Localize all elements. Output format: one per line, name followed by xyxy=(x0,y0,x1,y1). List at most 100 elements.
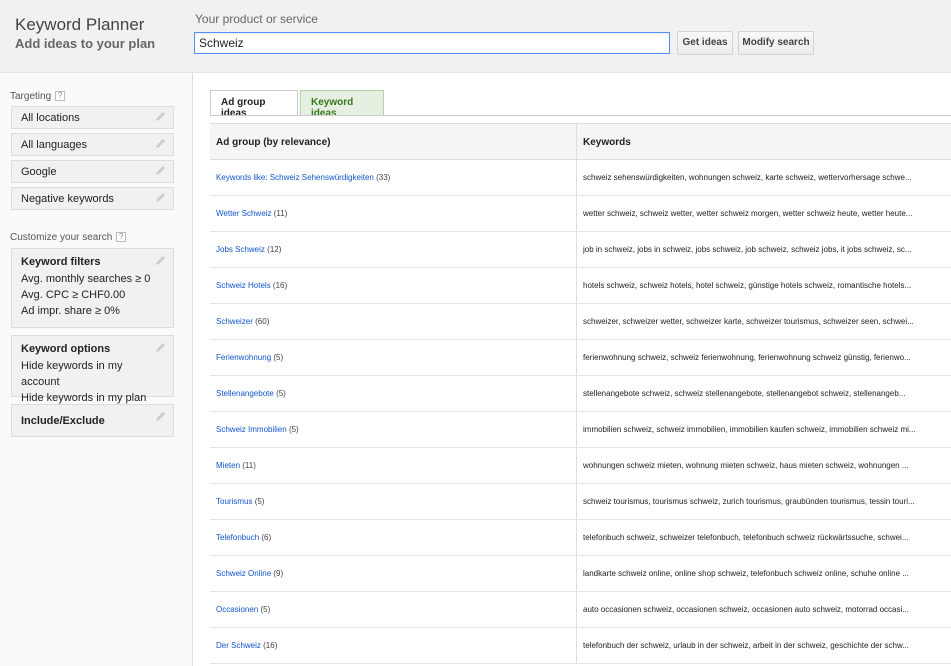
keywords-cell: telefonbuch schweiz, schweizer telefonbu… xyxy=(583,533,909,542)
keyword-count: (16) xyxy=(272,281,288,290)
sidebar: Targeting? All locations All languages G… xyxy=(0,73,193,666)
pencil-icon[interactable] xyxy=(155,411,166,422)
keyword-count: (16) xyxy=(263,641,278,650)
targeting-label: Targeting? xyxy=(10,91,66,102)
table-row: Occasionen (5) auto occasionen schweiz, o… xyxy=(210,592,951,628)
ad-group-link[interactable]: Telefonbuch xyxy=(216,533,259,542)
ad-group-cell: Wetter Schweiz (11) xyxy=(216,209,287,218)
keyword-count: (60) xyxy=(255,317,270,326)
customize-label-text: Customize your search xyxy=(10,232,113,243)
keywords-cell: landkarte schweiz online, online shop sc… xyxy=(583,569,909,578)
keywords-cell: ferienwohnung schweiz, schweiz ferienwoh… xyxy=(583,353,911,362)
ad-group-cell: Telefonbuch (6) xyxy=(216,533,271,542)
ad-group-link[interactable]: Tourismus xyxy=(216,497,252,506)
col-keywords-header: Keywords xyxy=(583,137,631,148)
table-row: Mieten (11) wohnungen schweiz mieten, woh… xyxy=(210,448,951,484)
tab-ad-group-ideas[interactable]: Ad group ideas xyxy=(210,90,298,119)
modify-search-button[interactable]: Modify search xyxy=(738,31,814,55)
ad-group-link[interactable]: Schweiz Immobilien xyxy=(216,425,287,434)
column-divider xyxy=(576,124,577,159)
ad-group-cell: Ferienwohnung (5) xyxy=(216,353,283,362)
keyword-options-box[interactable]: Keyword options Hide keywords in my acco… xyxy=(11,335,174,404)
ad-group-link[interactable]: Der Schweiz xyxy=(216,641,261,650)
filter-line: Ad impr. share ≥ 0% xyxy=(21,305,120,317)
table-header: Ad group (by relevance) Keywords xyxy=(210,124,951,160)
keyword-filters-title: Keyword filters xyxy=(21,256,101,268)
keyword-options-title: Keyword options xyxy=(21,343,111,355)
targeting-languages[interactable]: All languages xyxy=(11,133,174,156)
column-divider xyxy=(576,160,577,195)
app-title: Keyword Planner xyxy=(15,15,145,34)
help-icon[interactable]: ? xyxy=(116,232,127,242)
column-divider xyxy=(576,520,577,555)
ad-group-link[interactable]: Ferienwohnung xyxy=(216,353,271,362)
table-row: Der Schweiz (16) telefonbuch der schweiz,… xyxy=(210,628,951,664)
keyword-count: (5) xyxy=(273,353,284,362)
app-subtitle: Add ideas to your plan xyxy=(15,36,156,51)
top-header: Keyword Planner Add ideas to your plan Y… xyxy=(0,0,951,73)
tab-divider xyxy=(210,115,951,116)
ad-group-cell: Keywords like: Schweiz Sehenswürdigkeite… xyxy=(216,173,390,182)
pencil-icon[interactable] xyxy=(155,192,166,203)
keyword-filters-box[interactable]: Keyword filters Avg. monthly searches ≥ … xyxy=(11,248,174,328)
targeting-locations[interactable]: All locations xyxy=(11,106,174,129)
ad-group-cell: Schweiz Immobilien (5) xyxy=(216,425,299,434)
column-divider xyxy=(576,484,577,519)
table-row: Schweizer (60) schweizer, schweizer wette… xyxy=(210,304,951,340)
filter-line: Avg. monthly searches ≥ 0 xyxy=(21,273,151,285)
column-divider xyxy=(576,592,577,627)
col-adgroup-header[interactable]: Ad group (by relevance) xyxy=(216,137,330,148)
table-body: Keywords like: Schweiz Sehenswürdigkeite… xyxy=(210,160,951,664)
keywords-cell: immobilien schweiz, schweiz immobilien, … xyxy=(583,425,916,434)
ad-group-cell: Jobs Schweiz (12) xyxy=(216,245,281,254)
tab-keyword-ideas[interactable]: Keyword ideas xyxy=(300,90,384,119)
targeting-network[interactable]: Google xyxy=(11,160,174,183)
pencil-icon[interactable] xyxy=(155,342,166,353)
ad-group-link[interactable]: Mieten xyxy=(216,461,240,470)
ad-group-link[interactable]: Occasionen xyxy=(216,605,258,614)
targeting-label-text: Targeting xyxy=(10,91,52,102)
table-row: Schweiz Immobilien (5) immobilien schweiz… xyxy=(210,412,951,448)
column-divider xyxy=(576,196,577,231)
column-divider xyxy=(576,232,577,267)
pencil-icon[interactable] xyxy=(155,111,166,122)
column-divider xyxy=(576,448,577,483)
product-search-input[interactable] xyxy=(194,32,670,54)
help-icon[interactable]: ? xyxy=(55,91,66,101)
keywords-cell: stellenangebote schweiz, schweiz stellen… xyxy=(583,389,906,398)
pencil-icon[interactable] xyxy=(155,165,166,176)
ad-group-link[interactable]: Keywords like: Schweiz Sehenswürdigkeite… xyxy=(216,173,374,182)
pencil-icon[interactable] xyxy=(155,138,166,149)
ad-group-cell: Schweiz Hotels (16) xyxy=(216,281,287,290)
targeting-languages-label: All languages xyxy=(21,139,88,151)
table-row: Ferienwohnung (5) ferienwohnung schweiz, … xyxy=(210,340,951,376)
targeting-negative-keywords[interactable]: Negative keywords xyxy=(11,187,174,210)
targeting-network-label: Google xyxy=(21,166,57,178)
keyword-count: (9) xyxy=(273,569,284,578)
get-ideas-button[interactable]: Get ideas xyxy=(677,31,733,55)
pencil-icon[interactable] xyxy=(155,255,166,266)
ad-group-table: Ad group (by relevance) Keywords Keyword… xyxy=(210,123,951,664)
ad-group-cell: Occasionen (5) xyxy=(216,605,270,614)
ad-group-link[interactable]: Schweizer xyxy=(216,317,253,326)
ad-group-cell: Der Schweiz (16) xyxy=(216,641,277,650)
ad-group-link[interactable]: Schweiz Hotels xyxy=(216,281,271,290)
keyword-count: (12) xyxy=(267,245,282,254)
keyword-count: (6) xyxy=(261,533,272,542)
ad-group-cell: Tourismus (5) xyxy=(216,497,264,506)
column-divider xyxy=(576,268,577,303)
ad-group-link[interactable]: Schweiz Online xyxy=(216,569,271,578)
keywords-cell: hotels schweiz, schweiz hotels, hotel sc… xyxy=(583,281,912,290)
option-line: Hide keywords in my account xyxy=(21,360,123,388)
ad-group-link[interactable]: Wetter Schweiz xyxy=(216,209,271,218)
ad-group-cell: Schweizer (60) xyxy=(216,317,269,326)
targeting-negative-keywords-label: Negative keywords xyxy=(21,193,114,205)
ad-group-link[interactable]: Jobs Schweiz xyxy=(216,245,265,254)
column-divider xyxy=(576,556,577,591)
table-row: Keywords like: Schweiz Sehenswürdigkeite… xyxy=(210,160,951,196)
ad-group-link[interactable]: Stellenangebote xyxy=(216,389,274,398)
include-exclude-box[interactable]: Include/Exclude xyxy=(11,404,174,437)
filter-line: Avg. CPC ≥ CHF0.00 xyxy=(21,289,126,301)
keyword-count: (5) xyxy=(260,605,271,614)
keywords-cell: schweizer, schweizer wetter, schweizer k… xyxy=(583,317,914,326)
